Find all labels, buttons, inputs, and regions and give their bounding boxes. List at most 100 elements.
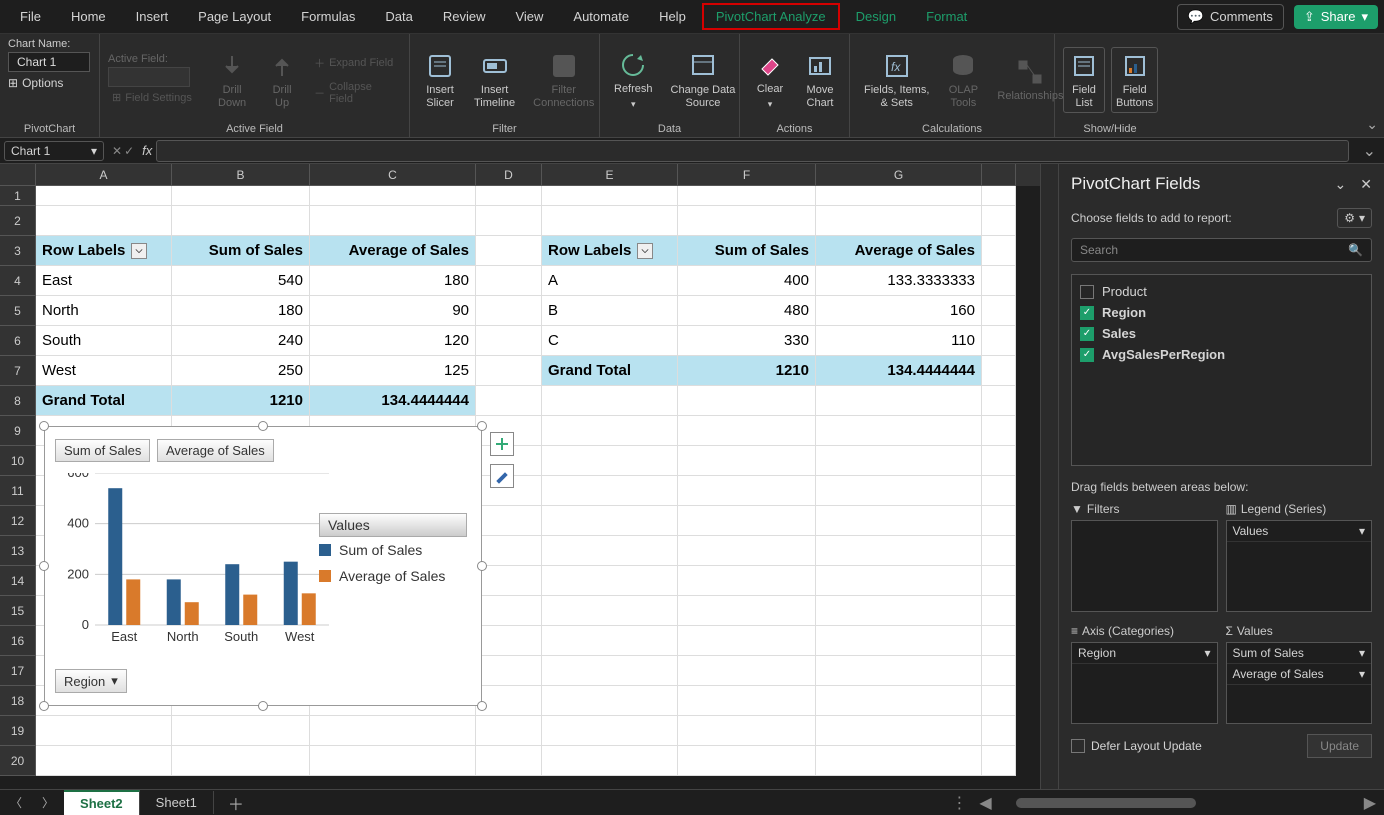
cell[interactable]: B (542, 296, 678, 326)
cell[interactable] (816, 626, 982, 656)
pane-field-list[interactable]: ProductRegionSalesAvgSalesPerRegion (1071, 274, 1372, 466)
refresh-button[interactable]: Refresh▾ (608, 45, 659, 115)
chart-handle[interactable] (477, 421, 487, 431)
row-header[interactable]: 3 (0, 236, 36, 266)
cell[interactable] (542, 446, 678, 476)
cell[interactable] (982, 536, 1016, 566)
cell[interactable] (816, 446, 982, 476)
menu-formulas[interactable]: Formulas (287, 3, 369, 30)
cell[interactable] (476, 506, 542, 536)
cell[interactable] (982, 476, 1016, 506)
menu-help[interactable]: Help (645, 3, 700, 30)
cell[interactable] (542, 386, 678, 416)
cell[interactable] (476, 716, 542, 746)
cell[interactable] (476, 686, 542, 716)
cell[interactable]: 1210 (678, 356, 816, 386)
worksheet[interactable]: ABCDEFG 123Row Labels Sum of SalesAverag… (0, 164, 1040, 789)
cell[interactable] (542, 596, 678, 626)
column-header[interactable]: G (816, 164, 982, 186)
tab-nav-next[interactable]: 〉 (32, 794, 64, 811)
cell[interactable] (542, 686, 678, 716)
field-list-item[interactable]: Region (1078, 302, 1365, 323)
cell[interactable] (816, 746, 982, 776)
cell[interactable] (982, 356, 1016, 386)
cell[interactable]: East (36, 266, 172, 296)
cell[interactable] (982, 416, 1016, 446)
name-box[interactable]: Chart 1▾ (4, 141, 104, 161)
cell[interactable] (310, 186, 476, 206)
row-header[interactable]: 11 (0, 476, 36, 506)
cell[interactable] (542, 656, 678, 686)
cell[interactable]: Row Labels (542, 236, 678, 266)
cell[interactable]: Sum of Sales (678, 236, 816, 266)
add-sheet-button[interactable]: ＋ (214, 791, 258, 815)
cell[interactable]: Grand Total (36, 386, 172, 416)
cell[interactable]: 480 (678, 296, 816, 326)
cell[interactable] (678, 416, 816, 446)
move-chart-button[interactable]: Move Chart (798, 46, 842, 114)
cell[interactable] (476, 326, 542, 356)
cell[interactable] (476, 596, 542, 626)
chart-name-input[interactable] (8, 52, 90, 72)
field-settings-button[interactable]: ⊞Field Settings (108, 89, 204, 106)
values-area-item[interactable]: Average of Sales▾ (1227, 664, 1372, 685)
cell[interactable] (816, 476, 982, 506)
cell[interactable] (476, 356, 542, 386)
row-header[interactable]: 13 (0, 536, 36, 566)
cell[interactable] (982, 236, 1016, 266)
defer-layout-checkbox[interactable]: Defer Layout Update (1071, 739, 1202, 753)
chart-styles-button[interactable] (490, 464, 514, 488)
cell[interactable] (982, 326, 1016, 356)
cell[interactable] (476, 746, 542, 776)
cell[interactable] (816, 186, 982, 206)
cell[interactable]: 133.3333333 (816, 266, 982, 296)
cell[interactable]: North (36, 296, 172, 326)
tab-nav-prev[interactable]: 〈 (0, 794, 32, 811)
accept-formula-icon[interactable]: ✓ (124, 144, 134, 158)
values-area-item[interactable]: Sum of Sales▾ (1227, 643, 1372, 664)
olap-tools-button[interactable]: OLAP Tools (941, 46, 985, 114)
cell[interactable]: 1210 (172, 386, 310, 416)
row-header[interactable]: 14 (0, 566, 36, 596)
cell[interactable] (982, 446, 1016, 476)
menu-review[interactable]: Review (429, 3, 500, 30)
values-area[interactable]: Sum of Sales▾ Average of Sales▾ (1226, 642, 1373, 724)
cell[interactable] (678, 566, 816, 596)
chart-handle[interactable] (258, 421, 268, 431)
filter-connections-button[interactable]: Filter Connections (527, 46, 600, 114)
column-header[interactable]: C (310, 164, 476, 186)
axis-area[interactable]: Region▾ (1071, 642, 1218, 724)
cell[interactable] (816, 686, 982, 716)
cell[interactable] (982, 566, 1016, 596)
row-header[interactable]: 16 (0, 626, 36, 656)
cell[interactable] (476, 536, 542, 566)
cell[interactable]: Average of Sales (310, 236, 476, 266)
cell[interactable]: 160 (816, 296, 982, 326)
cell[interactable] (542, 536, 678, 566)
cell[interactable] (476, 656, 542, 686)
cell[interactable]: C (542, 326, 678, 356)
cell[interactable] (982, 596, 1016, 626)
insert-slicer-button[interactable]: Insert Slicer (418, 46, 462, 114)
options-button[interactable]: ⊞ Options (8, 74, 63, 92)
cell[interactable]: 120 (310, 326, 476, 356)
menu-home[interactable]: Home (57, 3, 120, 30)
chart-handle[interactable] (39, 561, 49, 571)
comments-button[interactable]: 💬 Comments (1177, 4, 1284, 30)
cell[interactable] (678, 686, 816, 716)
cell[interactable] (982, 266, 1016, 296)
menu-format[interactable]: Format (912, 3, 981, 30)
chart-elements-button[interactable] (490, 432, 514, 456)
menu-data[interactable]: Data (371, 3, 426, 30)
field-list-item[interactable]: AvgSalesPerRegion (1078, 344, 1365, 365)
filter-dropdown-icon[interactable] (131, 243, 147, 259)
cell[interactable] (982, 716, 1016, 746)
cell[interactable] (982, 746, 1016, 776)
cell[interactable] (982, 686, 1016, 716)
filters-area[interactable] (1071, 520, 1218, 612)
cell[interactable] (476, 626, 542, 656)
filter-dropdown-icon[interactable] (637, 243, 653, 259)
cell[interactable] (816, 566, 982, 596)
cell[interactable]: 90 (310, 296, 476, 326)
vertical-scrollbar[interactable] (1040, 164, 1058, 789)
